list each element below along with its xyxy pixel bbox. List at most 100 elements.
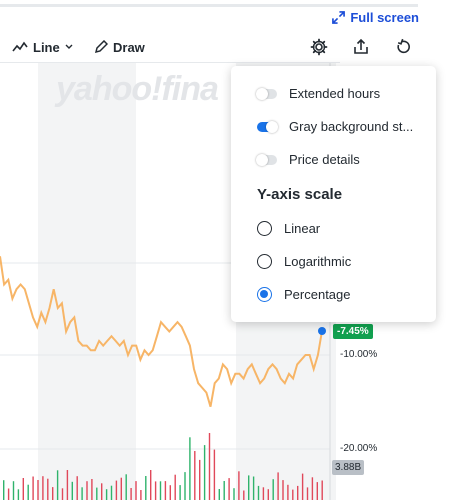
volume-bar [32,476,34,500]
top-divider [0,4,418,7]
volume-bar [105,489,108,500]
volume-bar [91,479,93,500]
toggle-label: Price details [289,152,360,167]
toggle-switch[interactable] [256,87,277,100]
volume-bar [86,481,88,500]
volume-bar [22,478,24,500]
watermark-logo: yahoo!fina [56,70,219,108]
toggle-label: Extended hours [289,86,381,101]
volume-bar [306,487,309,500]
y-tick-label: -10.00% [340,349,378,360]
toggle-label: Gray background st... [289,119,414,134]
radio-logarithmic[interactable]: Logarithmic [257,254,351,269]
live-price-dot [318,327,326,335]
volume-bar [301,473,304,500]
current-change-tag: -7.45% [333,324,373,339]
volume-bar [272,479,274,500]
volume-bar [76,476,78,500]
volume-bar [292,489,294,500]
radio-button[interactable] [257,221,272,236]
volume-bar [203,445,206,500]
volume-bar [218,489,220,500]
volume-bar [150,470,152,500]
volume-bar [262,487,265,500]
chart-type-dropdown[interactable]: Line [12,36,73,58]
volume-bar [257,485,260,500]
volume-bar [101,483,103,500]
shade-band-1 [38,63,136,500]
line-chart-icon [12,41,28,52]
volume-bar [140,490,142,500]
volume-bar [213,449,216,500]
volume-bar [174,474,176,500]
volume-bar [233,488,235,500]
radio-label: Linear [284,221,321,236]
toggle-gray-background[interactable]: Gray background st... [257,119,413,134]
volume-bar [42,476,44,500]
volume-bar [238,471,240,500]
volume-bar [52,487,54,500]
chart-type-label: Line [33,39,60,55]
volume-bar [125,474,127,500]
fullscreen-button[interactable]: Full screen [332,10,419,25]
y-tick-label: -20.00% [340,443,378,454]
volume-bar [47,478,49,500]
volume-bar [267,489,269,500]
toggle-price-details[interactable]: Price details [256,152,360,167]
volume-bar [7,488,10,500]
toggle-switch[interactable] [256,153,277,166]
volume-bar [66,470,69,500]
fullscreen-label: Full screen [350,10,419,25]
volume-bar [184,472,186,500]
yaxis-scale-heading: Y-axis scale [257,186,343,203]
volume-bar [27,484,29,500]
volume-bar [199,459,201,500]
draw-button[interactable]: Draw [94,36,145,58]
volume-bar [277,472,279,500]
volume-bar [135,481,137,500]
gear-icon[interactable] [309,37,329,57]
volume-bar [3,480,5,500]
radio-label: Percentage [284,287,351,302]
volume-bar [169,485,171,500]
volume-bar [61,488,64,500]
volume-bar [120,477,122,500]
volume-bar [208,433,211,500]
volume-bar [321,480,323,500]
chart-settings-menu: Extended hours Gray background st... Pri… [231,66,436,322]
volume-bar [12,481,15,500]
toggle-switch[interactable] [257,120,278,133]
radio-percentage[interactable]: Percentage [257,287,351,302]
chart-toolbar: Line Draw [0,36,430,60]
volume-bar [179,485,181,500]
volume-bar [252,476,255,500]
radio-label: Logarithmic [284,254,352,269]
volume-bar [282,480,284,500]
radio-button[interactable] [257,287,272,302]
volume-bar [194,451,196,500]
volume-bar [159,481,162,500]
volume-bar [287,484,289,500]
radio-linear[interactable]: Linear [257,221,320,236]
volume-bar [154,481,157,500]
draw-label: Draw [113,39,145,55]
volume-bar [110,485,113,500]
volume-bar [115,480,118,500]
volume-bar [223,481,225,500]
volume-bar [248,475,250,500]
volume-bar [316,482,318,500]
volume-bar [164,481,167,500]
volume-tag: 3.88B [332,460,365,475]
volume-bar [81,487,83,500]
reset-icon[interactable] [393,37,413,57]
volume-bar [17,489,20,500]
chevron-down-icon [65,44,73,49]
volume-bar [37,480,39,500]
expand-arrows-icon [332,11,346,24]
volume-bar [297,485,299,500]
volume-bar [243,490,245,500]
radio-button[interactable] [257,254,272,269]
toggle-extended-hours[interactable]: Extended hours [256,86,381,101]
volume-bar [96,487,98,500]
share-icon[interactable] [351,37,371,57]
